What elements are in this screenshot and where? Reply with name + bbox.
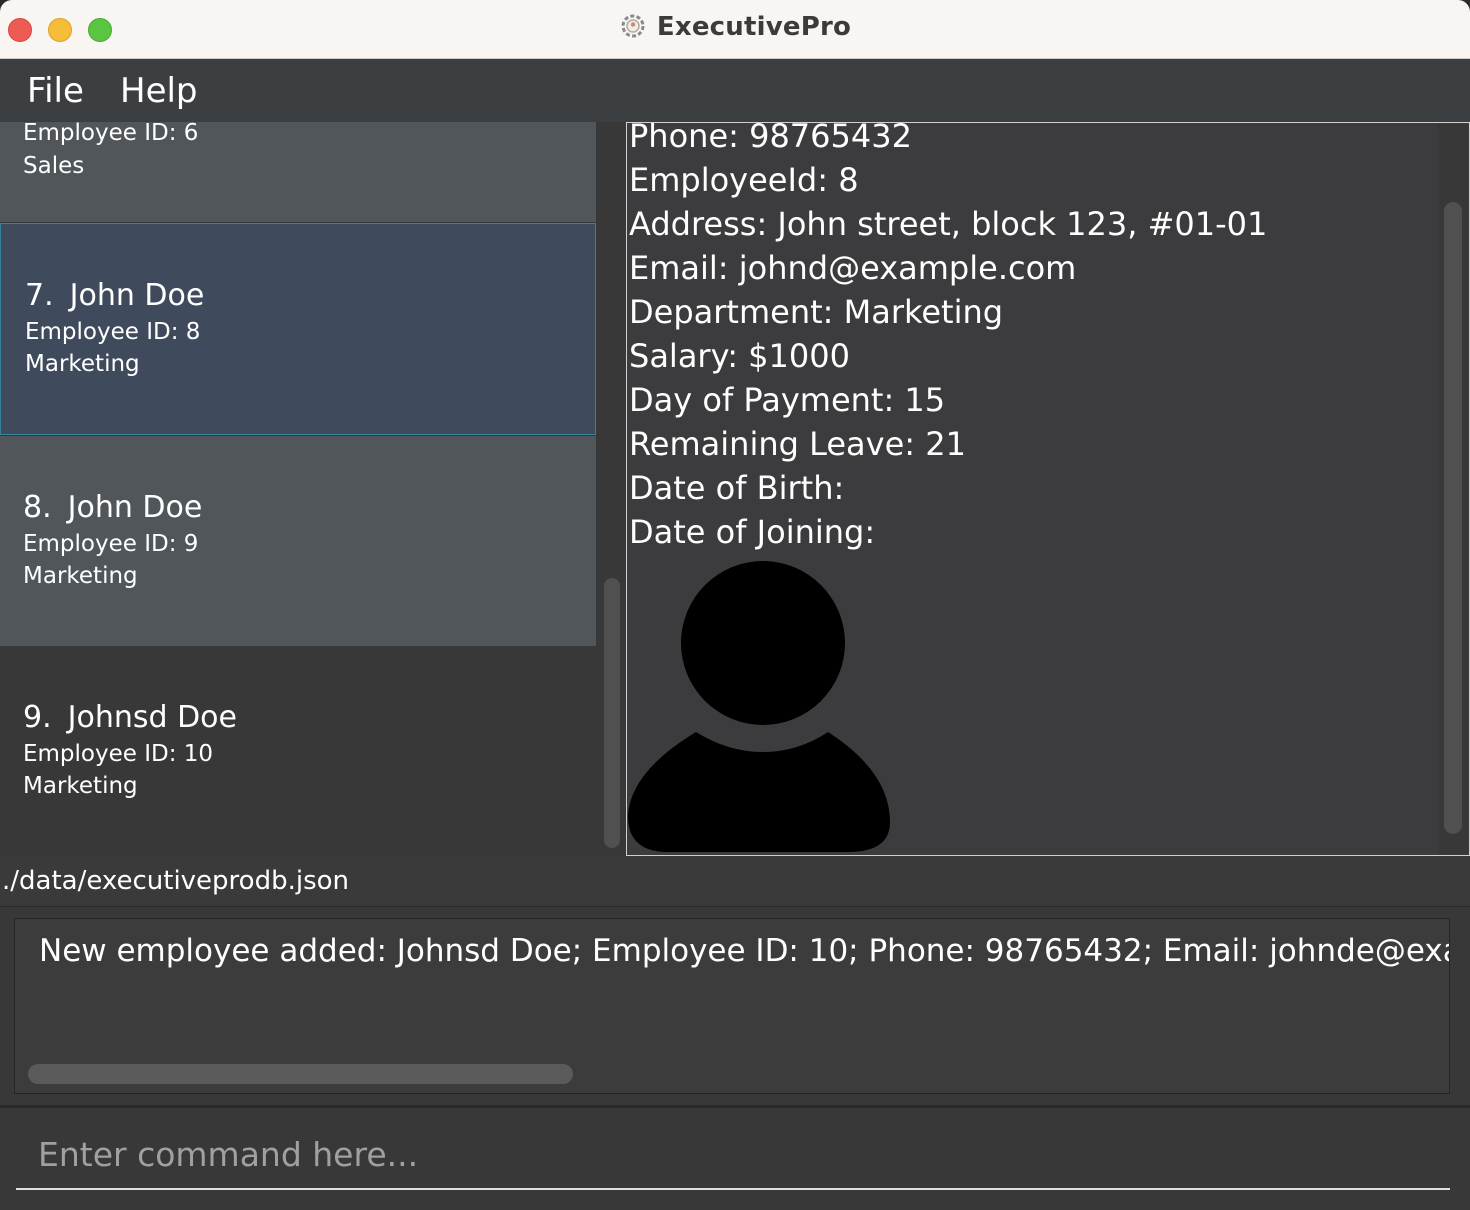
status-bar: ./data/executiveprodb.json [0,856,1470,907]
list-scrollbar-thumb[interactable] [604,578,620,848]
menu-file[interactable]: File [27,71,84,111]
detail-date-of-joining: Date of Joining: [629,513,876,551]
menu-bar: File Help [0,59,1470,122]
command-input[interactable] [16,1120,1450,1190]
window-titlebar: ExecutivePro [0,0,1470,59]
employee-department-label: Sales [23,153,85,179]
employee-index: 7. [25,278,54,313]
employee-card-title: 8. John Doe [23,436,596,525]
employee-card[interactable]: 9. Johnsd Doe Employee ID: 10 Marketing [0,646,596,856]
detail-scrollbar-thumb[interactable] [1444,202,1462,834]
window-title-text: ExecutivePro [656,12,852,42]
employee-name: John Doe [67,490,203,525]
detail-day-of-payment: Day of Payment: 15 [629,381,946,419]
employee-card[interactable]: Employee ID: 6 Sales [0,122,596,222]
employee-index: 9. [23,700,52,735]
save-file-path: ./data/executiveprodb.json [2,866,350,896]
window-title: ExecutivePro [0,12,1470,42]
employee-name: John Doe [69,278,205,313]
employee-id-label: Employee ID: 6 [23,122,199,146]
result-message: New employee added: Johnsd Doe; Employee… [39,933,1450,969]
employee-card-selected[interactable]: 7. John Doe Employee ID: 8 Marketing [0,223,596,435]
person-icon [628,561,890,852]
detail-salary: Salary: $1000 [629,337,850,375]
detail-date-of-birth: Date of Birth: [629,469,845,507]
employee-card-title: 7. John Doe [25,224,595,313]
gear-icon [621,14,645,38]
detail-employee-id: EmployeeId: 8 [629,161,859,199]
employee-department-label: Marketing [25,351,140,377]
employee-id-label: Employee ID: 8 [25,319,201,345]
employee-list-panel[interactable]: Employee ID: 6 Sales 7. John Doe Employee… [0,122,600,856]
result-horizontal-scrollbar[interactable] [28,1064,573,1084]
detail-email: Email: johnd@example.com [629,249,1077,287]
employee-card[interactable]: 8. John Doe Employee ID: 9 Marketing [0,436,596,646]
detail-remaining-leave: Remaining Leave: 21 [629,425,966,463]
employee-index: 8. [23,490,52,525]
detail-address: Address: John street, block 123, #01-01 [629,205,1268,243]
menu-help[interactable]: Help [120,71,198,111]
employee-department-label: Marketing [23,773,138,799]
employee-department-label: Marketing [23,563,138,589]
employee-id-label: Employee ID: 9 [23,531,199,557]
detail-department: Department: Marketing [629,293,1004,331]
employee-id-label: Employee ID: 10 [23,741,214,767]
employee-card-title: 9. Johnsd Doe [23,646,596,735]
detail-phone: Phone: 98765432 [629,122,912,155]
employee-name: Johnsd Doe [67,700,237,735]
